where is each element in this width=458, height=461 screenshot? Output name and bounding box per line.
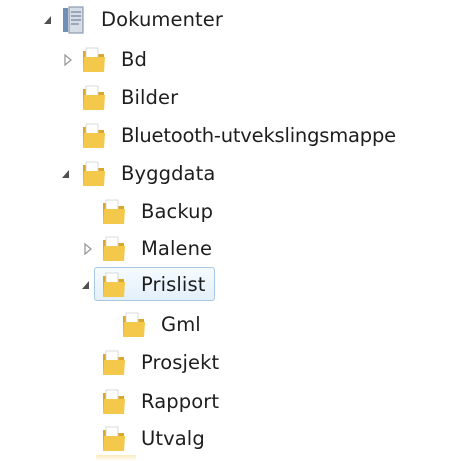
tree-item-label: Bluetooth-utvekslingsmappe: [121, 124, 396, 147]
tree-item-malene[interactable]: Malene: [0, 232, 240, 266]
folder-icon: [103, 426, 125, 451]
tree-item-label: Dokumenter: [101, 8, 224, 31]
tree-item-utvalg[interactable]: Utvalg: [0, 422, 240, 456]
tree-item-label: Bd: [121, 48, 147, 71]
tree-item-label: Gml: [161, 313, 201, 336]
folder-icon: [103, 389, 125, 414]
tree-item-label: Utvalg: [141, 427, 205, 450]
folder-icon: [103, 236, 125, 261]
tree-item-bilder[interactable]: Bilder: [0, 81, 230, 115]
tree-item-dokumenter[interactable]: Dokumenter: [0, 3, 260, 37]
expanded-arrow-icon[interactable]: [60, 168, 72, 180]
collapsed-arrow-icon[interactable]: [62, 54, 74, 66]
folder-tree: Dokumenter Bd Bilder Bluetooth-utvekslin…: [0, 0, 458, 461]
tree-item-prislist[interactable]: Prislist: [0, 268, 240, 302]
folder-icon: [123, 312, 145, 337]
expanded-arrow-icon[interactable]: [80, 279, 92, 291]
collapsed-arrow-icon[interactable]: [82, 243, 94, 255]
folder-icon: [83, 47, 105, 72]
next-folder-edge: [96, 455, 136, 461]
tree-item-bd[interactable]: Bd: [0, 43, 200, 77]
tree-item-label: Byggdata: [121, 162, 216, 185]
tree-item-label: Prislist: [141, 273, 206, 296]
tree-item-label: Backup: [141, 200, 214, 223]
tree-item-label: Rapport: [141, 390, 220, 413]
library-icon: [63, 6, 84, 34]
expanded-arrow-icon[interactable]: [42, 14, 54, 26]
folder-icon: [83, 161, 105, 186]
tree-item-byggdata[interactable]: Byggdata: [0, 157, 240, 191]
tree-item-bluetooth[interactable]: Bluetooth-utvekslingsmappe: [0, 119, 456, 153]
tree-item-gml[interactable]: Gml: [0, 308, 240, 342]
folder-icon: [83, 123, 105, 148]
folder-icon: [103, 272, 125, 297]
folder-icon: [103, 199, 125, 224]
folder-icon: [83, 85, 105, 110]
tree-item-label: Malene: [141, 237, 213, 260]
tree-item-rapport[interactable]: Rapport: [0, 385, 240, 419]
tree-item-backup[interactable]: Backup: [0, 195, 240, 229]
tree-item-label: Prosjekt: [141, 351, 220, 374]
folder-icon: [103, 350, 125, 375]
tree-item-prosjekt[interactable]: Prosjekt: [0, 346, 240, 380]
tree-item-label: Bilder: [121, 86, 179, 109]
